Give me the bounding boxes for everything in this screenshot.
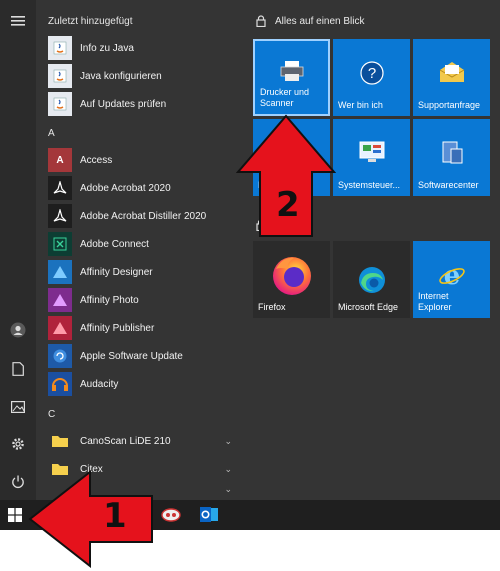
app-label: Affinity Publisher (80, 322, 155, 334)
firefox-icon (253, 253, 330, 297)
affinity-designer-icon (48, 260, 72, 284)
app-item-affinity-photo[interactable]: Affinity Photo (48, 287, 238, 313)
pictures-icon[interactable] (0, 395, 36, 419)
chevron-down-icon: ⌄ (224, 435, 232, 446)
chevron-down-icon: ⌄ (224, 484, 232, 494)
app-item-java-konfigurieren[interactable]: Java konfigurieren (48, 63, 238, 89)
tile-label: Drucker und Scanner (260, 87, 310, 108)
outlook-icon[interactable] (199, 505, 219, 530)
app-item-info-zu-java[interactable]: Info zu Java (48, 35, 238, 61)
recently-added-heading: Zuletzt hinzugefügt (48, 16, 133, 27)
app-label: Access (80, 154, 113, 166)
tile-systemsteuerung[interactable]: Systemsteuer... (333, 119, 410, 196)
java-icon (48, 92, 72, 116)
app-label: CanoScan LiDE 210 (80, 435, 171, 447)
svg-text:e: e (443, 261, 460, 289)
printer-icon (255, 59, 328, 83)
control-panel-icon (333, 141, 410, 163)
app-item-adobe-acrobat-2020[interactable]: Adobe Acrobat 2020 (48, 175, 238, 201)
app-item-adobe-connect[interactable]: Adobe Connect (48, 231, 238, 257)
chevron-down-icon: ⌄ (224, 463, 232, 474)
mail-icon (413, 61, 490, 83)
tile-wer-bin-ich[interactable]: ? Wer bin ich (333, 39, 410, 116)
app-label: Auf Updates prüfen (80, 98, 167, 110)
java-icon (48, 36, 72, 60)
app-label: Adobe Acrobat Distiller 2020 (80, 210, 207, 222)
app-label: Apple Software Update (80, 350, 183, 362)
svg-text:?: ? (367, 65, 375, 82)
tile-label: Firefox (258, 302, 286, 312)
tile-label: Systemsteuer... (338, 180, 401, 190)
adobe-connect-icon (48, 232, 72, 256)
access-icon: A (48, 148, 72, 172)
internet-explorer-icon: e (413, 261, 490, 289)
callout-arrow-1 (28, 470, 153, 568)
folder-icon (48, 429, 72, 453)
app-item-adobe-acrobat-distiller-2020[interactable]: Adobe Acrobat Distiller 2020 (48, 203, 238, 229)
section-letter-c[interactable]: C (48, 409, 55, 420)
documents-icon[interactable] (0, 357, 36, 381)
app-item-apple-software-update[interactable]: Apple Software Update (48, 343, 238, 369)
tile-group-heading[interactable]: Alles auf einen Blick (256, 15, 365, 27)
callout-number-2: 2 (276, 185, 300, 225)
app-item-access[interactable]: A Access (48, 147, 238, 173)
app-folder-canoscan-lide-210[interactable]: CanoScan LiDE 210 ⌄ (48, 428, 238, 454)
tile-label: Microsoft Edge (338, 302, 399, 312)
java-icon (48, 64, 72, 88)
app-label: Adobe Connect (80, 238, 149, 250)
app-label: Java konfigurieren (80, 70, 162, 82)
tile-firefox[interactable]: Firefox (253, 241, 330, 318)
tile-label: Wer bin ich (338, 100, 383, 110)
tile-drucker-und-scanner[interactable]: Drucker und Scanner (253, 39, 330, 116)
app-item-auf-updates-pruefen[interactable]: Auf Updates prüfen (48, 91, 238, 117)
tile-group-title: Alles auf einen Blick (275, 15, 365, 27)
app-label: Audacity (80, 378, 119, 390)
settings-gear-icon[interactable] (0, 432, 36, 456)
lock-icon (256, 15, 266, 27)
app-item-audacity[interactable]: Audacity (48, 371, 238, 397)
acrobat-distiller-icon (48, 204, 72, 228)
tile-label: Supportanfrage (418, 100, 481, 110)
question-icon: ? (333, 61, 410, 85)
app-label: Adobe Acrobat 2020 (80, 182, 171, 194)
tile-internet-explorer[interactable]: e Internet Explorer (413, 241, 490, 318)
tile-label: Softwarecenter (418, 180, 479, 190)
callout-number-1: 1 (103, 496, 127, 536)
app-item-affinity-publisher[interactable]: Affinity Publisher (48, 315, 238, 341)
acrobat-icon (48, 176, 72, 200)
apple-update-icon (48, 344, 72, 368)
edge-icon (333, 265, 410, 295)
start-menu: Zuletzt hinzugefügt Info zu Java Java ko… (0, 0, 500, 500)
section-letter-a[interactable]: A (48, 128, 55, 139)
start-rail (0, 0, 36, 500)
tile-softwarecenter[interactable]: Softwarecenter (413, 119, 490, 196)
software-center-icon (413, 141, 490, 165)
user-account-icon[interactable] (0, 318, 36, 342)
windows-start-icon[interactable] (8, 508, 22, 527)
app-label: Affinity Designer (80, 266, 153, 278)
tile-label: Internet Explorer (418, 291, 452, 312)
app-item-affinity-designer[interactable]: Affinity Designer (48, 259, 238, 285)
tile-microsoft-edge[interactable]: Microsoft Edge (333, 241, 410, 318)
tile-supportanfrage[interactable]: Supportanfrage (413, 39, 490, 116)
app-label: Info zu Java (80, 42, 134, 54)
affinity-photo-icon (48, 288, 72, 312)
app-label: Affinity Photo (80, 294, 139, 306)
snipping-tool-icon[interactable] (160, 505, 182, 530)
hamburger-menu-icon[interactable] (0, 9, 36, 33)
affinity-publisher-icon (48, 316, 72, 340)
audacity-icon (48, 372, 72, 396)
